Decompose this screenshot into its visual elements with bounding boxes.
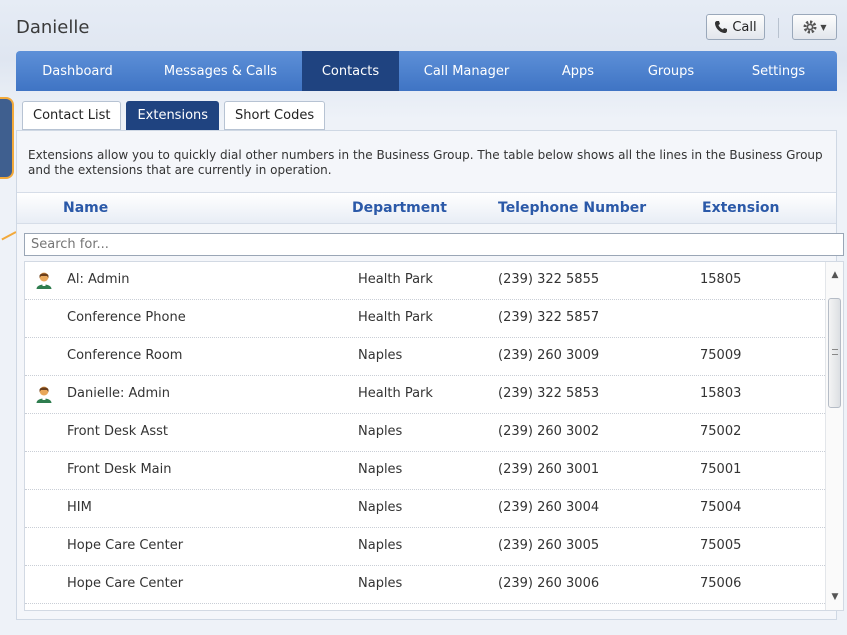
cell-name: Al: Admin <box>67 272 130 287</box>
cell-extension: 75005 <box>700 538 742 553</box>
cell-extension: 75006 <box>700 576 742 591</box>
main-nav: Dashboard Messages & Calls Contacts Call Ma… <box>16 51 837 91</box>
cell-extension: 15803 <box>700 386 742 401</box>
user-avatar-icon <box>35 385 53 403</box>
table-row[interactable]: Hope Care Center Naples (239) 260 3006 7500… <box>25 566 825 604</box>
nav-tab-groups[interactable]: Groups <box>622 51 720 91</box>
extensions-list: Hope Care Center Naples (239) 260 3006 7500… <box>24 261 844 611</box>
cell-extension: 75002 <box>700 424 742 439</box>
app-window: Danielle Call ▼ Dashboard Messages & Call… <box>0 0 847 635</box>
cell-name: Front Desk Asst <box>67 424 168 439</box>
toolbar-divider <box>778 18 779 38</box>
table-row[interactable]: Conference Room Naples (239) 260 3009 75009 <box>25 338 825 376</box>
scroll-up-arrow-icon[interactable]: ▲ <box>826 266 843 284</box>
column-header-telephone[interactable]: Telephone Number <box>498 200 646 216</box>
nav-tab-call-manager[interactable]: Call Manager <box>399 51 534 91</box>
cell-department: Health Park <box>358 310 433 325</box>
contacts-subtabs: Contact List Extensions Short Codes <box>22 101 326 130</box>
column-header-department[interactable]: Department <box>352 200 447 216</box>
cell-department: Naples <box>358 348 403 363</box>
cell-phone: (239) 260 3006 <box>498 576 600 591</box>
gear-icon <box>803 20 817 34</box>
cell-phone: (239) 260 3005 <box>498 538 600 553</box>
subtab-contact-list[interactable]: Contact List <box>22 101 122 130</box>
nav-tab-dashboard[interactable]: Dashboard <box>16 51 139 91</box>
nav-tab-messages-calls[interactable]: Messages & Calls <box>139 51 302 91</box>
cell-name: Danielle: Admin <box>67 386 170 401</box>
list-scrollbar[interactable]: ▲ ▼ <box>825 262 843 610</box>
call-button[interactable]: Call <box>706 14 765 40</box>
cell-phone: (239) 260 3001 <box>498 462 600 477</box>
cell-department: Naples <box>358 576 403 591</box>
cell-phone: (239) 260 3009 <box>498 348 600 363</box>
cell-extension: 15805 <box>700 272 742 287</box>
tour-callout <box>0 97 14 179</box>
nav-tab-apps[interactable]: Apps <box>534 51 622 91</box>
grip-icon <box>832 349 838 355</box>
table-row[interactable]: Hope Care Center Naples (239) 260 3005 7500… <box>25 528 825 566</box>
column-header-name[interactable]: Name <box>63 200 108 216</box>
cell-phone: (239) 322 5855 <box>498 272 600 287</box>
cell-phone: (239) 322 5857 <box>498 310 600 325</box>
cell-department: Health Park <box>358 272 433 287</box>
cell-department: Naples <box>358 538 403 553</box>
table-header: Name Department Telephone Number Extensi… <box>17 192 836 224</box>
settings-menu-button[interactable]: ▼ <box>792 14 837 40</box>
subtab-extensions[interactable]: Extensions <box>126 101 220 130</box>
user-avatar-icon <box>35 271 53 289</box>
table-row[interactable]: Front Desk Asst Naples (239) 260 3002 75002 <box>25 414 825 452</box>
table-row[interactable]: Conference Phone Health Park (239) 322 585… <box>25 300 825 338</box>
nav-tab-settings[interactable]: Settings <box>720 51 837 91</box>
cell-extension: 75009 <box>700 348 742 363</box>
cell-name: Front Desk Main <box>67 462 172 477</box>
table-row[interactable]: Danielle: Admin Health Park (239) 322 5853… <box>25 376 825 414</box>
cell-phone: (239) 260 3004 <box>498 500 600 515</box>
phone-icon <box>715 21 728 33</box>
cell-name: HIM <box>67 500 92 515</box>
table-row[interactable]: Al: Admin Health Park (239) 322 5855 15805 <box>25 262 825 300</box>
cell-department: Naples <box>358 500 403 515</box>
cell-name: Conference Phone <box>67 310 186 325</box>
call-button-label: Call <box>732 19 757 35</box>
scrollbar-thumb[interactable] <box>828 298 841 408</box>
cell-phone: (239) 322 5853 <box>498 386 600 401</box>
table-row[interactable]: HIM Naples (239) 260 3004 75004 <box>25 490 825 528</box>
chevron-down-icon: ▼ <box>820 22 827 32</box>
cell-department: Naples <box>358 462 403 477</box>
cell-extension: 75001 <box>700 462 742 477</box>
subtab-short-codes[interactable]: Short Codes <box>224 101 326 130</box>
search-input[interactable] <box>24 233 844 256</box>
title-bar: Danielle Call ▼ <box>16 14 837 42</box>
extensions-description: Extensions allow you to quickly dial oth… <box>28 148 823 177</box>
callout-pointer <box>1 231 17 241</box>
column-header-extension[interactable]: Extension <box>702 200 779 216</box>
cell-extension: 75004 <box>700 500 742 515</box>
table-row[interactable]: Front Desk Main Naples (239) 260 3001 75001 <box>25 452 825 490</box>
cell-department: Naples <box>358 424 403 439</box>
cell-phone: (239) 260 3002 <box>498 424 600 439</box>
cell-name: Conference Room <box>67 348 183 363</box>
cell-name: Hope Care Center <box>67 576 184 591</box>
nav-tab-contacts[interactable]: Contacts <box>302 51 399 91</box>
scroll-down-arrow-icon[interactable]: ▼ <box>826 588 843 606</box>
cell-department: Health Park <box>358 386 433 401</box>
cell-name: Hope Care Center <box>67 538 184 553</box>
